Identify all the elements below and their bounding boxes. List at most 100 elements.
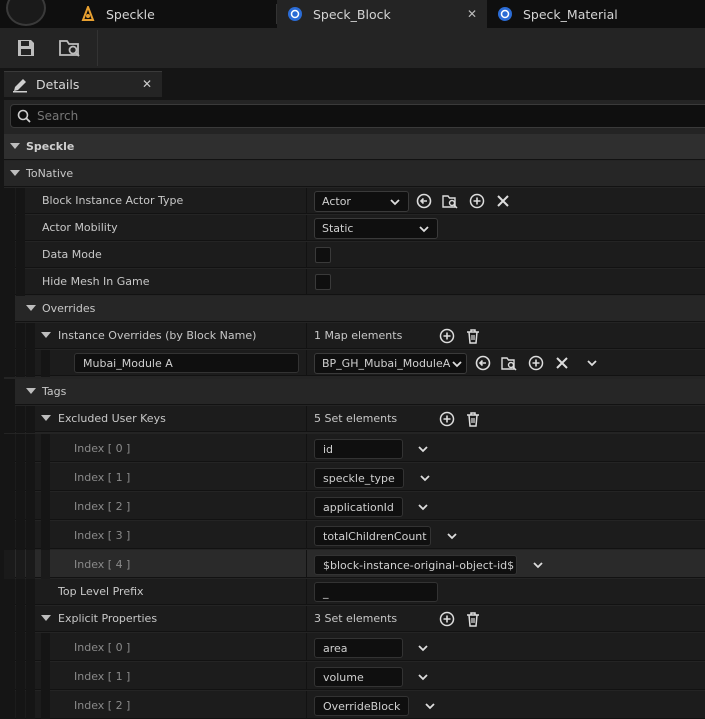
hide-mesh-checkbox[interactable]	[315, 274, 331, 290]
indent-guide	[4, 633, 15, 662]
column-divider[interactable]	[306, 521, 307, 549]
chevron-down-icon[interactable]	[418, 471, 432, 485]
add-element-icon[interactable]	[439, 611, 455, 627]
chevron-down-icon[interactable]	[531, 558, 545, 572]
actor-mobility-dropdown[interactable]: Static	[314, 218, 438, 239]
collapse-arrow-icon[interactable]	[26, 388, 36, 394]
trash-icon[interactable]	[465, 611, 481, 627]
property-row-hide-mesh-in-game: Hide Mesh In Game	[4, 269, 705, 296]
chevron-down-icon[interactable]	[445, 529, 459, 543]
column-divider[interactable]	[306, 434, 307, 462]
collapse-arrow-icon[interactable]	[26, 305, 36, 311]
indent-guide	[26, 463, 35, 492]
category-overrides[interactable]: Overrides	[4, 296, 705, 323]
tab-speck-block[interactable]: Speck_Block ✕	[277, 0, 487, 28]
property-row-actor-mobility: Actor Mobility Static	[4, 215, 705, 242]
trash-icon[interactable]	[465, 411, 481, 427]
map-value-dropdown[interactable]: BP_GH_Mubai_ModuleA	[314, 353, 467, 374]
close-details-icon[interactable]: ✕	[142, 77, 152, 91]
browse-folder-icon[interactable]	[442, 193, 458, 209]
column-divider[interactable]	[306, 633, 307, 661]
collapse-arrow-icon[interactable]	[41, 415, 51, 421]
add-element-icon[interactable]	[439, 411, 455, 427]
column-divider[interactable]	[306, 606, 307, 632]
set-element-field[interactable]: totalChildrenCount	[314, 526, 431, 546]
index-label: Index [ 1 ]	[74, 670, 131, 683]
chevron-down-icon[interactable]	[416, 442, 430, 456]
add-icon[interactable]	[469, 193, 485, 209]
search-icon	[17, 109, 31, 126]
chevron-down-icon[interactable]	[423, 699, 437, 713]
close-tab-icon[interactable]: ✕	[467, 7, 477, 21]
set-element-field[interactable]: speckle_type	[314, 468, 404, 488]
column-divider[interactable]	[306, 550, 307, 578]
chevron-down-icon[interactable]	[416, 500, 430, 514]
column-divider[interactable]	[306, 269, 307, 295]
tab-speck-material[interactable]: Speck_Material	[487, 0, 705, 28]
indent-guide	[4, 296, 15, 323]
column-divider[interactable]	[306, 242, 307, 268]
indent-guide	[26, 521, 35, 550]
category-speckle[interactable]: Speckle	[4, 134, 705, 160]
chevron-down-icon[interactable]	[416, 641, 430, 655]
tab-details[interactable]: Details ✕	[4, 71, 162, 97]
data-mode-checkbox[interactable]	[315, 247, 331, 263]
column-divider[interactable]	[306, 662, 307, 690]
chevron-down-icon[interactable]	[416, 670, 430, 684]
use-selected-icon[interactable]	[475, 355, 491, 371]
column-divider[interactable]	[306, 188, 307, 214]
property-label: Block Instance Actor Type	[42, 194, 184, 207]
top-level-prefix-input[interactable]: _	[314, 582, 438, 602]
set-element-field[interactable]: applicationId	[314, 497, 403, 517]
search-input[interactable]: Search	[10, 104, 705, 128]
chevron-down-icon[interactable]	[585, 356, 599, 370]
category-tags[interactable]: Tags	[4, 379, 705, 406]
map-key-field[interactable]: Mubai_Module A	[74, 353, 299, 373]
indent-guide	[41, 633, 50, 662]
collapse-arrow-icon[interactable]	[41, 615, 51, 621]
clear-icon[interactable]	[554, 355, 570, 371]
clear-icon[interactable]	[495, 193, 511, 209]
save-icon[interactable]	[16, 38, 36, 58]
set-element-field[interactable]: area	[314, 638, 403, 658]
column-divider[interactable]	[306, 463, 307, 491]
column-divider[interactable]	[306, 492, 307, 520]
property-row-map-entry: Mubai_Module A BP_GH_Mubai_ModuleA	[4, 350, 705, 377]
indent-guide	[4, 215, 15, 242]
indent-guide	[26, 633, 35, 662]
add-element-icon[interactable]	[439, 328, 455, 344]
indent-guide	[4, 188, 15, 215]
property-label: Top Level Prefix	[58, 585, 144, 598]
trash-icon[interactable]	[465, 328, 481, 344]
browse-to-asset-icon[interactable]	[58, 38, 82, 58]
set-element-field[interactable]: OverrideBlock	[314, 696, 409, 716]
column-divider[interactable]	[306, 323, 307, 349]
set-element-field[interactable]: $block-instance-original-object-id$	[314, 555, 517, 575]
tab-label: Speckle	[106, 6, 155, 22]
use-selected-icon[interactable]	[416, 193, 432, 209]
unreal-logo-icon[interactable]	[6, 0, 46, 26]
column-divider[interactable]	[306, 350, 307, 376]
category-to-native[interactable]: ToNative	[4, 161, 705, 187]
set-element-field[interactable]: id	[314, 439, 403, 459]
column-divider[interactable]	[306, 406, 307, 432]
collapse-arrow-icon[interactable]	[41, 332, 51, 338]
indent-guide	[4, 691, 15, 719]
browse-folder-icon[interactable]	[501, 355, 517, 371]
indent-guide	[16, 606, 25, 633]
column-divider[interactable]	[306, 579, 307, 605]
index-label: Index [ 0 ]	[74, 442, 131, 455]
actor-type-dropdown[interactable]: Actor	[314, 191, 409, 212]
collapse-arrow-icon[interactable]	[10, 170, 20, 176]
collapse-arrow-icon[interactable]	[10, 143, 20, 149]
column-divider[interactable]	[306, 215, 307, 241]
column-divider[interactable]	[306, 691, 307, 719]
property-label: Actor Mobility	[42, 221, 118, 234]
indent-guide	[41, 521, 50, 550]
tab-speckle[interactable]: Speckle	[70, 0, 275, 28]
indent-guide	[41, 350, 50, 377]
field-value: applicationId	[323, 500, 394, 514]
add-icon[interactable]	[528, 355, 544, 371]
set-element-field[interactable]: volume	[314, 667, 403, 687]
set-element-row: Index [ 1 ] volume	[4, 662, 705, 691]
